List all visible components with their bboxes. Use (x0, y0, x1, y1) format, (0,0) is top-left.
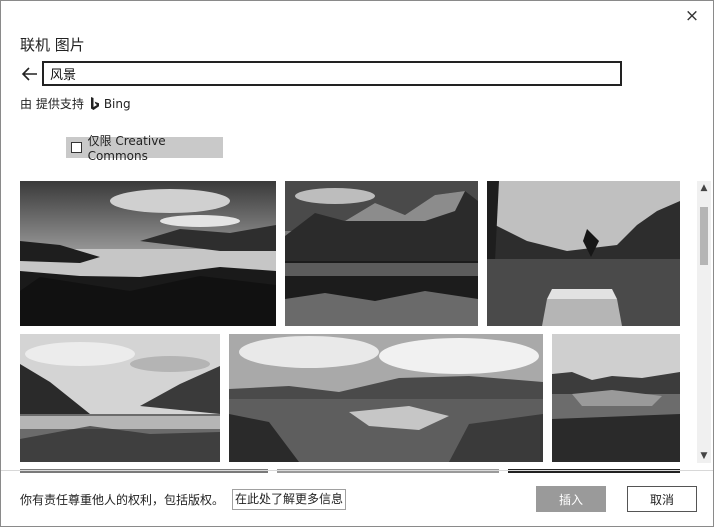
cc-only-filter[interactable]: 仅限 Creative Commons (66, 134, 223, 163)
cc-filter-label: 仅限 Creative Commons (87, 134, 166, 163)
image-result-lake-sunset[interactable] (20, 181, 276, 326)
dialog-title: 联机 图片 (20, 36, 85, 54)
footer-divider (1, 470, 713, 471)
image-result-hill-meadow[interactable] (552, 334, 680, 462)
online-pictures-dialog: × 联机 图片 由 提供支持 Bing 仅限 Creative Commons (0, 0, 714, 527)
image-result-mountain-lake[interactable] (285, 181, 478, 326)
copyright-notice: 你有责任尊重他人的权利，包括版权。 (20, 493, 225, 507)
cc-checkbox[interactable] (71, 142, 82, 153)
insert-button[interactable]: 插入 (536, 486, 606, 512)
scroll-down-icon[interactable]: ▼ (697, 449, 711, 463)
scroll-up-icon[interactable]: ▲ (697, 181, 711, 195)
search-input[interactable] (42, 61, 622, 86)
powered-by: 由 提供支持 Bing (20, 95, 131, 112)
cancel-button[interactable]: 取消 (627, 486, 697, 512)
scrollbar-thumb[interactable] (700, 207, 708, 265)
powered-by-label: 由 提供支持 (20, 97, 84, 111)
learn-more-link[interactable]: 在此处了解更多信息 (232, 489, 347, 510)
bing-brand-label: Bing (103, 96, 131, 111)
image-result-river-valley[interactable] (229, 334, 543, 462)
close-icon[interactable]: × (683, 7, 701, 25)
back-arrow-icon[interactable] (20, 64, 40, 84)
image-result-tropical-lake-raft[interactable] (487, 181, 680, 326)
image-result-valley-lake[interactable] (20, 334, 220, 462)
results-scrollbar[interactable]: ▲ ▼ (697, 181, 711, 463)
bing-icon (90, 96, 100, 111)
